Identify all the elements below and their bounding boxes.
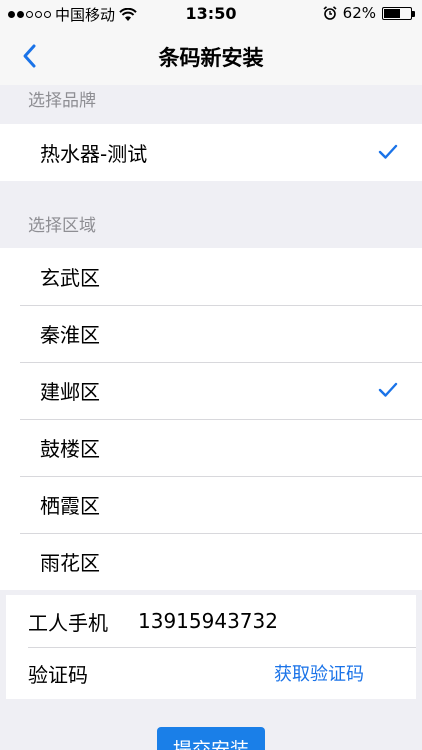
worker-form: 工人手机 13915943732 验证码 获取验证码	[6, 595, 416, 699]
region-item-label: 秦淮区	[40, 323, 100, 347]
region-item-label: 栖霞区	[40, 494, 100, 518]
region-item-label: 建邺区	[40, 380, 100, 404]
phone-input[interactable]: 13915943732	[138, 609, 278, 633]
phone-label: 工人手机	[28, 610, 108, 635]
region-item-qinhuai[interactable]: 秦淮区	[0, 305, 422, 362]
region-item-yuhua[interactable]: 雨花区	[0, 533, 422, 590]
code-row: 验证码 获取验证码	[6, 647, 416, 699]
brand-item[interactable]: 热水器-测试	[0, 124, 422, 181]
battery-icon	[382, 6, 415, 20]
status-bar: 中国移动 13:50 62%	[0, 0, 422, 28]
submit-install-button[interactable]: 提交安装	[157, 727, 265, 750]
alarm-clock-icon	[323, 6, 337, 20]
region-section-header: 选择区域	[28, 216, 96, 236]
region-list: 玄武区 秦淮区 建邺区 鼓楼区 栖霞区 雨花区	[0, 248, 422, 590]
battery-percent: 62%	[342, 4, 376, 22]
brand-section-header: 选择品牌	[28, 91, 96, 111]
region-item-qixia[interactable]: 栖霞区	[0, 476, 422, 533]
region-item-jianye[interactable]: 建邺区	[0, 362, 422, 419]
status-right: 62%	[323, 4, 415, 22]
chevron-left-icon[interactable]	[18, 42, 42, 70]
region-item-xuanwu[interactable]: 玄武区	[0, 248, 422, 305]
region-item-label: 玄武区	[40, 266, 100, 290]
page-title: 条码新安装	[158, 45, 264, 70]
brand-list: 热水器-测试	[0, 124, 422, 181]
checkmark-icon	[378, 144, 398, 159]
phone-row: 工人手机 13915943732	[6, 595, 416, 647]
brand-item-label: 热水器-测试	[40, 142, 148, 166]
code-label: 验证码	[28, 662, 88, 687]
checkmark-icon	[378, 382, 398, 397]
navigation-bar: 条码新安装	[0, 28, 422, 85]
region-item-label: 鼓楼区	[40, 437, 100, 461]
region-item-label: 雨花区	[40, 551, 100, 575]
region-item-gulou[interactable]: 鼓楼区	[0, 419, 422, 476]
get-code-button[interactable]: 获取验证码	[274, 660, 364, 686]
